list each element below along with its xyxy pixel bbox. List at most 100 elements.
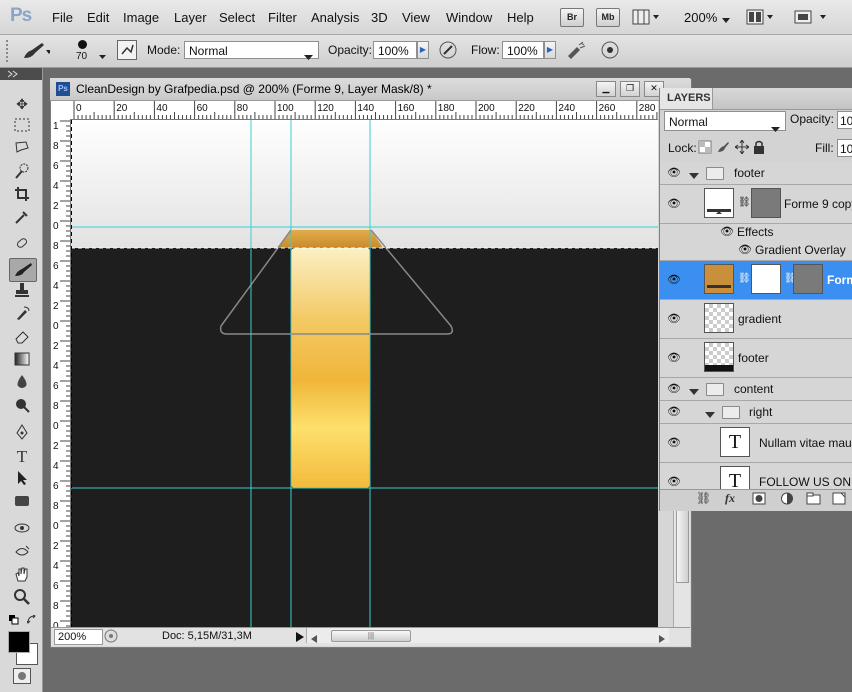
eye-icon[interactable]: 👁 bbox=[667, 475, 681, 488]
ruler-horizontal[interactable]: 0 20 40 60 80 100 120 140 160 180 200 220 240 260 280 bbox=[70, 101, 658, 120]
effect-name[interactable]: Gradient Overlay bbox=[755, 243, 846, 257]
layer-forme-9-copy[interactable]: 👁 ⛓ Forme 9 copy bbox=[660, 185, 852, 224]
restore-button[interactable]: ❐ bbox=[620, 81, 640, 97]
expand-triangle-icon[interactable] bbox=[705, 408, 715, 422]
expand-triangle-icon[interactable] bbox=[689, 385, 699, 399]
lock-pixels-icon[interactable] bbox=[716, 140, 730, 157]
tablet-pressure-size-icon[interactable] bbox=[600, 40, 620, 63]
bridge-button[interactable]: Br bbox=[560, 8, 584, 27]
swap-colors-icon[interactable] bbox=[26, 614, 37, 628]
menu-view[interactable]: View bbox=[402, 10, 430, 25]
menu-window[interactable]: Window bbox=[446, 10, 492, 25]
layer-name[interactable]: FOLLOW US ON... bbox=[759, 475, 852, 489]
crop-tool-icon[interactable] bbox=[11, 186, 33, 206]
layer-forme-9-selected[interactable]: 👁 ⛓ ⛓ Form bbox=[660, 261, 852, 300]
vector-mask-thumbnail[interactable] bbox=[793, 264, 823, 294]
eye-icon[interactable]: 👁 bbox=[667, 273, 681, 286]
canvas[interactable] bbox=[71, 120, 658, 627]
eye-icon[interactable]: 👁 bbox=[667, 405, 681, 418]
layer-name[interactable]: content bbox=[734, 382, 773, 396]
layer-opacity-input[interactable]: 10 bbox=[837, 111, 852, 129]
ruler-origin[interactable] bbox=[51, 101, 71, 120]
layer-name[interactable]: Nullam vitae mauris bbox=[759, 436, 852, 450]
eye-icon[interactable]: 👁 bbox=[667, 166, 681, 179]
menu-3d[interactable]: 3D bbox=[371, 10, 388, 25]
fill-input[interactable]: 10 bbox=[837, 139, 852, 157]
screen-mode-icon[interactable] bbox=[792, 9, 828, 28]
chain-link-icon[interactable]: ⛓ bbox=[738, 273, 751, 284]
quick-mask-icon[interactable] bbox=[13, 668, 31, 684]
status-settings-icon[interactable] bbox=[104, 629, 118, 646]
scroll-right-icon[interactable] bbox=[659, 632, 665, 646]
rectangle-tool-icon[interactable] bbox=[11, 493, 33, 513]
fx-icon[interactable]: fx bbox=[725, 491, 735, 506]
eye-icon[interactable]: 👁 bbox=[667, 436, 681, 449]
3d-rotate-tool-icon[interactable] bbox=[11, 520, 33, 540]
layer-text-follow-us[interactable]: 👁 T FOLLOW US ON... bbox=[660, 463, 852, 491]
arrange-documents-icon[interactable] bbox=[746, 9, 774, 28]
options-grip[interactable] bbox=[6, 40, 14, 62]
ruler-vertical[interactable]: 18642086420246802468024680 bbox=[51, 119, 71, 627]
menu-filter[interactable]: Filter bbox=[268, 10, 297, 25]
expand-triangle-icon[interactable] bbox=[689, 169, 699, 183]
new-group-icon[interactable] bbox=[806, 492, 821, 508]
menu-analysis[interactable]: Analysis bbox=[311, 10, 359, 25]
layer-gradient[interactable]: 👁 gradient bbox=[660, 300, 852, 339]
horizontal-scrollbar[interactable]: ||| bbox=[306, 628, 669, 643]
brush-preset-picker[interactable]: 70 bbox=[66, 40, 106, 66]
add-mask-icon[interactable] bbox=[752, 492, 766, 508]
layers-tab[interactable]: LAYERS bbox=[660, 88, 713, 109]
airbrush-icon[interactable] bbox=[565, 40, 587, 63]
lock-transparent-icon[interactable] bbox=[698, 140, 712, 157]
horizontal-scroll-thumb[interactable]: ||| bbox=[331, 630, 411, 642]
document-size-info[interactable]: Doc: 5,15M/31,3M bbox=[162, 630, 252, 642]
layer-name[interactable]: gradient bbox=[738, 312, 781, 326]
history-brush-tool-icon[interactable] bbox=[11, 305, 33, 325]
zoom-field[interactable]: 200% bbox=[54, 629, 103, 645]
adjustment-layer-icon[interactable] bbox=[780, 492, 794, 508]
layer-text-nullam[interactable]: 👁 T Nullam vitae mauris bbox=[660, 424, 852, 463]
layer-name[interactable]: right bbox=[749, 405, 772, 419]
dodge-tool-icon[interactable] bbox=[11, 397, 33, 417]
menu-layer[interactable]: Layer bbox=[174, 10, 207, 25]
eye-icon[interactable]: 👁 bbox=[667, 351, 681, 364]
hand-tool-icon[interactable] bbox=[11, 566, 33, 586]
clone-stamp-tool-icon[interactable] bbox=[11, 282, 33, 302]
layer-name[interactable]: footer bbox=[738, 351, 769, 365]
opacity-input[interactable]: 100% bbox=[373, 41, 417, 59]
layer-mask-thumbnail[interactable] bbox=[751, 264, 781, 294]
link-layers-icon[interactable]: ⛓ bbox=[696, 491, 711, 505]
zoom-level[interactable]: 200% bbox=[684, 10, 717, 25]
type-tool-icon[interactable]: T bbox=[11, 447, 33, 467]
pen-tool-icon[interactable] bbox=[11, 424, 33, 444]
eraser-tool-icon[interactable] bbox=[11, 328, 33, 348]
status-menu-arrow-icon[interactable] bbox=[296, 631, 304, 645]
opacity-slider-button[interactable]: ▶ bbox=[417, 41, 429, 59]
layer-effects-row[interactable]: 👁 Effects bbox=[660, 224, 852, 242]
menu-file[interactable]: File bbox=[52, 10, 73, 25]
gradient-tool-icon[interactable] bbox=[11, 351, 33, 371]
chevron-down-icon[interactable] bbox=[722, 13, 730, 27]
eye-icon[interactable]: 👁 bbox=[667, 197, 681, 210]
layer-group-content[interactable]: 👁 content bbox=[660, 378, 852, 401]
mode-select[interactable]: Normal bbox=[184, 41, 319, 60]
brush-tool-icon[interactable] bbox=[20, 40, 52, 65]
eye-icon[interactable]: 👁 bbox=[738, 243, 752, 256]
view-extras-icon[interactable] bbox=[632, 9, 659, 25]
blur-tool-icon[interactable] bbox=[11, 374, 33, 394]
quick-selection-tool-icon[interactable] bbox=[11, 163, 33, 183]
move-tool-icon[interactable]: ✥ bbox=[11, 94, 33, 114]
layer-name[interactable]: footer bbox=[734, 166, 765, 180]
effects-label[interactable]: Effects bbox=[737, 225, 773, 239]
brush-tool-selected-icon[interactable] bbox=[9, 258, 37, 282]
flow-input[interactable]: 100% bbox=[502, 41, 544, 59]
spot-healing-tool-icon[interactable] bbox=[11, 235, 33, 255]
layer-name[interactable]: Forme 9 copy bbox=[784, 197, 852, 211]
3d-orbit-tool-icon[interactable] bbox=[11, 543, 33, 563]
eye-icon[interactable]: 👁 bbox=[720, 225, 734, 238]
minibridge-button[interactable]: Mb bbox=[596, 8, 620, 27]
menu-help[interactable]: Help bbox=[507, 10, 534, 25]
layer-effect-gradient-overlay[interactable]: 👁 Gradient Overlay bbox=[660, 242, 852, 261]
new-layer-icon[interactable] bbox=[832, 492, 846, 508]
menu-edit[interactable]: Edit bbox=[87, 10, 109, 25]
